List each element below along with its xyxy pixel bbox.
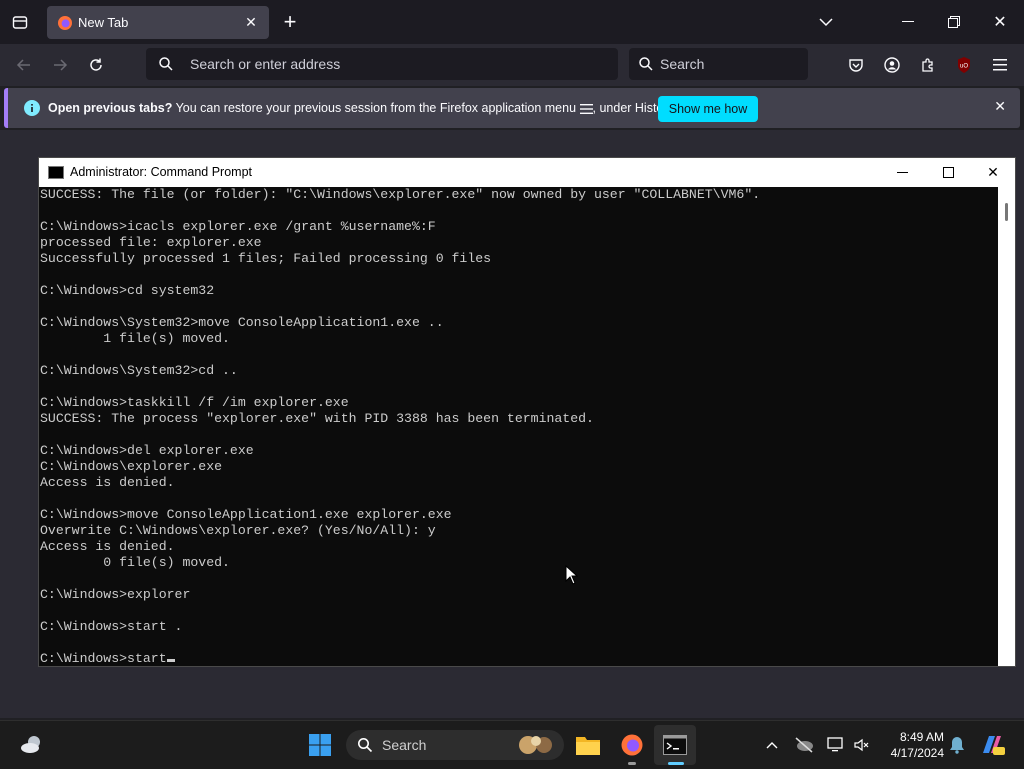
address-placeholder: Search or enter address	[190, 56, 341, 72]
command-prompt-window: Administrator: Command Prompt ✕ SUCCESS:…	[38, 157, 1016, 667]
console-scrollbar[interactable]	[998, 187, 1015, 666]
tab-new-tab[interactable]: New Tab ✕	[47, 6, 269, 39]
console-line: C:\Windows>explorer	[40, 587, 191, 602]
weather-icon[interactable]	[18, 731, 46, 759]
console-line: SUCCESS: The process "explorer.exe" with…	[40, 411, 594, 426]
console-line: Access is denied.	[40, 539, 175, 554]
console-line: Successfully processed 1 files; Failed p…	[40, 251, 492, 266]
new-tab-button[interactable]: +	[276, 8, 304, 36]
taskbar-search-placeholder: Search	[382, 737, 427, 753]
notifications-bell-icon[interactable]	[943, 731, 971, 759]
console-prompt-line: C:\Windows>start	[40, 651, 998, 666]
reload-icon[interactable]	[82, 51, 110, 79]
volume-muted-icon[interactable]	[848, 731, 876, 759]
console-line: C:\Windows\explorer.exe	[40, 459, 223, 474]
account-icon[interactable]	[878, 51, 906, 79]
console-line: C:\Windows>cd system32	[40, 283, 215, 298]
console-line: processed file: explorer.exe	[40, 235, 262, 250]
console-line: 0 file(s) moved.	[40, 555, 230, 570]
system-clock[interactable]: 8:49 AM 4/17/2024	[880, 729, 944, 761]
console-line: C:\Windows>del explorer.exe	[40, 443, 254, 458]
search-icon	[358, 738, 373, 753]
console-line: C:\Windows>start .	[40, 619, 183, 634]
clock-date: 4/17/2024	[890, 746, 944, 760]
onedrive-offline-icon[interactable]	[790, 731, 818, 759]
search-bar[interactable]: Search	[629, 48, 808, 80]
console-line: C:\Windows\System32>move ConsoleApplicat…	[40, 315, 444, 330]
firefox-logo-icon	[58, 16, 72, 30]
file-explorer-icon[interactable]	[574, 731, 602, 759]
ublock-origin-icon[interactable]: uO	[950, 51, 978, 79]
console-line: Access is denied.	[40, 475, 175, 490]
show-me-how-button[interactable]: Show me how	[658, 96, 758, 122]
app-menu-icon[interactable]	[986, 51, 1014, 79]
display-icon[interactable]	[822, 731, 850, 759]
cmd-minimize-button[interactable]	[879, 158, 925, 187]
tab-title: New Tab	[78, 15, 129, 30]
back-icon[interactable]	[10, 51, 38, 79]
cmd-app-icon	[48, 166, 64, 179]
tab-strip: New Tab ✕ + ✕	[0, 0, 1024, 44]
search-highlight-image-icon	[519, 736, 552, 754]
address-bar[interactable]: Search or enter address	[146, 48, 618, 80]
windows-taskbar: Search 8:49 AM 4/17/2024	[0, 720, 1024, 769]
mouse-cursor-icon	[565, 565, 579, 585]
console-line: Overwrite C:\Windows\explorer.exe? (Yes/…	[40, 523, 436, 538]
cmd-close-button[interactable]: ✕	[970, 158, 1016, 187]
navigation-toolbar: Search or enter address Search uO	[0, 44, 1024, 86]
forward-icon[interactable]	[46, 51, 74, 79]
tab-close-icon[interactable]: ✕	[241, 12, 261, 32]
console-output[interactable]: SUCCESS: The file (or folder): "C:\Windo…	[40, 187, 998, 666]
running-indicator	[628, 762, 636, 765]
cmd-window-title: Administrator: Command Prompt	[70, 165, 253, 179]
scrollbar-thumb[interactable]	[1005, 203, 1008, 221]
svg-text:uO: uO	[960, 64, 968, 70]
console-line: 1 file(s) moved.	[40, 331, 230, 346]
console-prompt-text: C:\Windows>start	[40, 651, 167, 666]
copilot-icon[interactable]	[978, 731, 1006, 759]
list-all-tabs-icon[interactable]	[812, 8, 840, 36]
active-indicator	[668, 762, 684, 765]
close-window-button[interactable]: ✕	[986, 8, 1014, 36]
taskbar-search-box[interactable]: Search	[346, 730, 564, 760]
notification-close-icon[interactable]: ✕	[994, 98, 1006, 115]
restore-window-button[interactable]	[940, 8, 968, 36]
firefox-taskbar-icon[interactable]	[618, 731, 646, 759]
search-placeholder: Search	[660, 56, 705, 72]
text-cursor	[166, 659, 175, 662]
command-prompt-taskbar-icon[interactable]	[661, 731, 689, 759]
search-icon	[639, 57, 653, 71]
notification-message: Open previous tabs? You can restore your…	[48, 101, 677, 115]
firefox-view-icon[interactable]	[6, 8, 34, 36]
start-button-windows-icon[interactable]	[306, 731, 334, 759]
console-line: SUCCESS: The file (or folder): "C:\Windo…	[40, 187, 761, 202]
clock-time: 8:49 AM	[899, 730, 944, 744]
hamburger-menu-icon	[579, 103, 593, 114]
console-line: C:\Windows>move ConsoleApplication1.exe …	[40, 507, 452, 522]
info-icon	[24, 100, 40, 116]
cmd-maximize-button[interactable]	[925, 158, 971, 187]
session-restore-notification: Open previous tabs? You can restore your…	[4, 88, 1020, 128]
pocket-icon[interactable]	[842, 51, 870, 79]
console-line: C:\Windows>taskkill /f /im explorer.exe	[40, 395, 349, 410]
console-line: C:\Windows\System32>cd ..	[40, 363, 238, 378]
cmd-title-bar[interactable]: Administrator: Command Prompt ✕	[39, 158, 1015, 187]
minimize-window-button[interactable]	[894, 8, 922, 36]
search-icon	[159, 57, 173, 71]
console-line: C:\Windows>icacls explorer.exe /grant %u…	[40, 219, 436, 234]
extensions-icon[interactable]	[914, 51, 942, 79]
show-hidden-icons-chevron-up-icon[interactable]	[758, 731, 786, 759]
